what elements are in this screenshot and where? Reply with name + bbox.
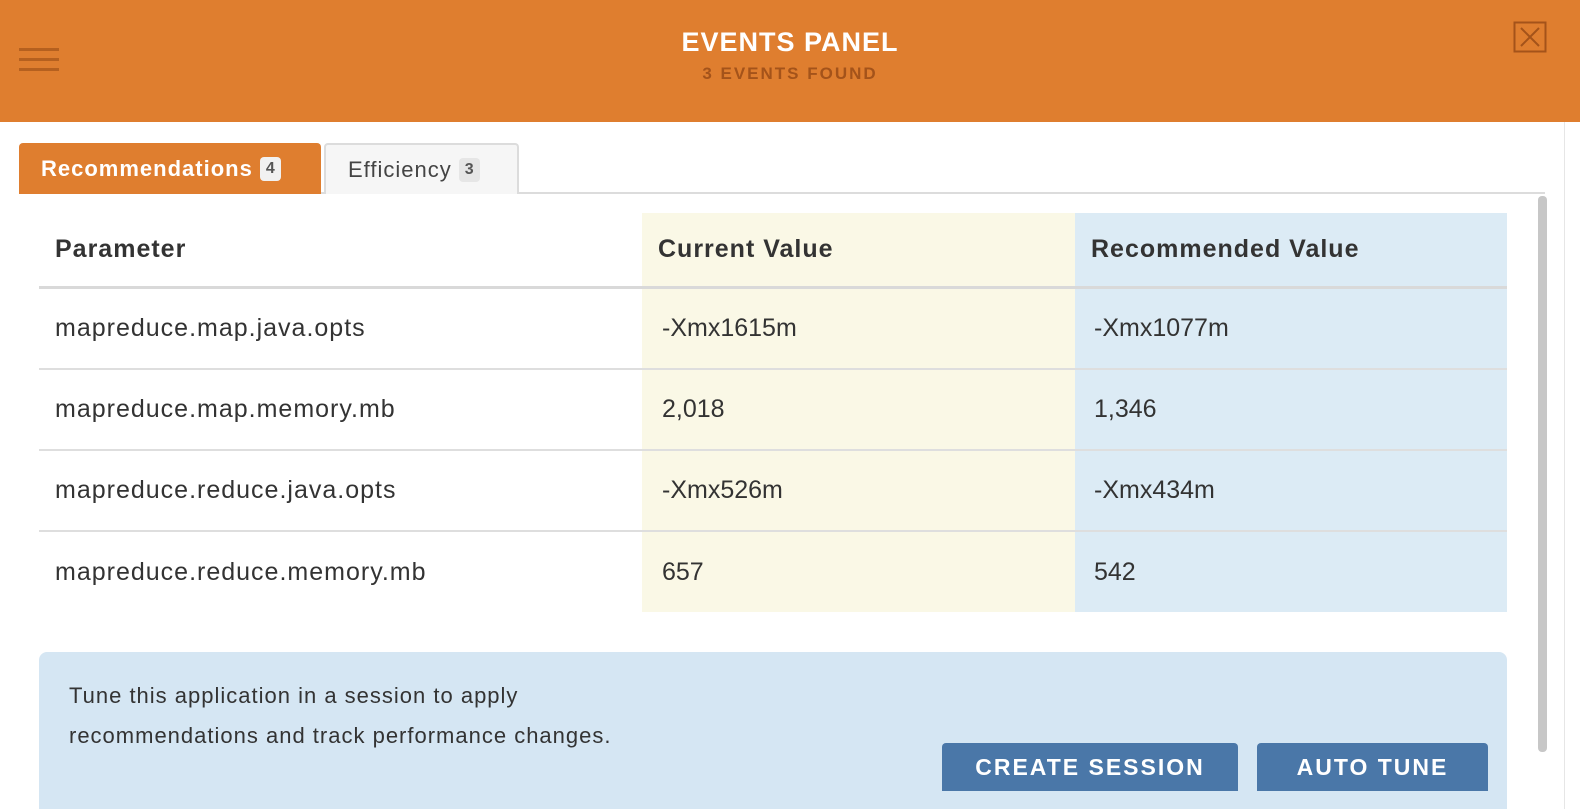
recommended-value-cell: 1,346 xyxy=(1094,395,1157,423)
current-value-cell: 2,018 xyxy=(662,395,725,423)
tune-notice-box: Tune this application in a session to ap… xyxy=(39,652,1507,809)
panel-title: EVENTS PANEL xyxy=(681,27,899,57)
table-row: mapreduce.map.memory.mb 2,018 1,346 xyxy=(39,370,1507,451)
current-value-cell: -Xmx1615m xyxy=(662,314,797,342)
panel-header: EVENTS PANEL 3 EVENTS FOUND xyxy=(0,0,1580,122)
tab-efficiency[interactable]: Efficiency 3 xyxy=(324,143,519,194)
tab-label: Recommendations xyxy=(41,155,253,181)
current-value-cell: -Xmx526m xyxy=(662,476,783,504)
panel-right-border xyxy=(1564,122,1565,809)
current-value-cell: 657 xyxy=(662,558,704,586)
parameter-cell: mapreduce.map.memory.mb xyxy=(55,395,396,423)
table-row: mapreduce.reduce.memory.mb 657 542 xyxy=(39,532,1507,613)
tab-count-badge: 3 xyxy=(458,157,480,182)
close-icon[interactable] xyxy=(1513,21,1547,53)
table-row: mapreduce.map.java.opts -Xmx1615m -Xmx10… xyxy=(39,289,1507,370)
scrollbar-thumb[interactable] xyxy=(1538,196,1547,752)
tab-label: Efficiency xyxy=(348,156,452,182)
tune-notice-line: recommendations and track performance ch… xyxy=(69,723,612,748)
recommended-value-cell: 542 xyxy=(1094,558,1136,586)
table-row: mapreduce.reduce.java.opts -Xmx526m -Xmx… xyxy=(39,451,1507,532)
recommended-value-cell: -Xmx434m xyxy=(1094,476,1215,504)
create-session-button[interactable]: CREATE SESSION xyxy=(942,743,1238,791)
tune-notice-line: Tune this application in a session to ap… xyxy=(69,683,519,708)
table-header-row: Parameter Current Value Recommended Valu… xyxy=(39,213,1507,289)
events-count-subtitle: 3 EVENTS FOUND xyxy=(702,64,878,83)
auto-tune-button[interactable]: AUTO TUNE xyxy=(1257,743,1488,791)
tab-recommendations[interactable]: Recommendations 4 xyxy=(19,143,321,194)
recommended-value-cell: -Xmx1077m xyxy=(1094,314,1229,342)
parameter-cell: mapreduce.map.java.opts xyxy=(55,314,366,342)
tune-notice-text: Tune this application in a session to ap… xyxy=(69,676,769,756)
tab-count-badge: 4 xyxy=(259,156,281,181)
column-header-parameter: Parameter xyxy=(55,235,187,263)
column-header-current: Current Value xyxy=(658,235,834,263)
parameter-cell: mapreduce.reduce.java.opts xyxy=(55,476,397,504)
parameter-cell: mapreduce.reduce.memory.mb xyxy=(55,558,427,586)
column-header-recommended: Recommended Value xyxy=(1091,235,1360,263)
